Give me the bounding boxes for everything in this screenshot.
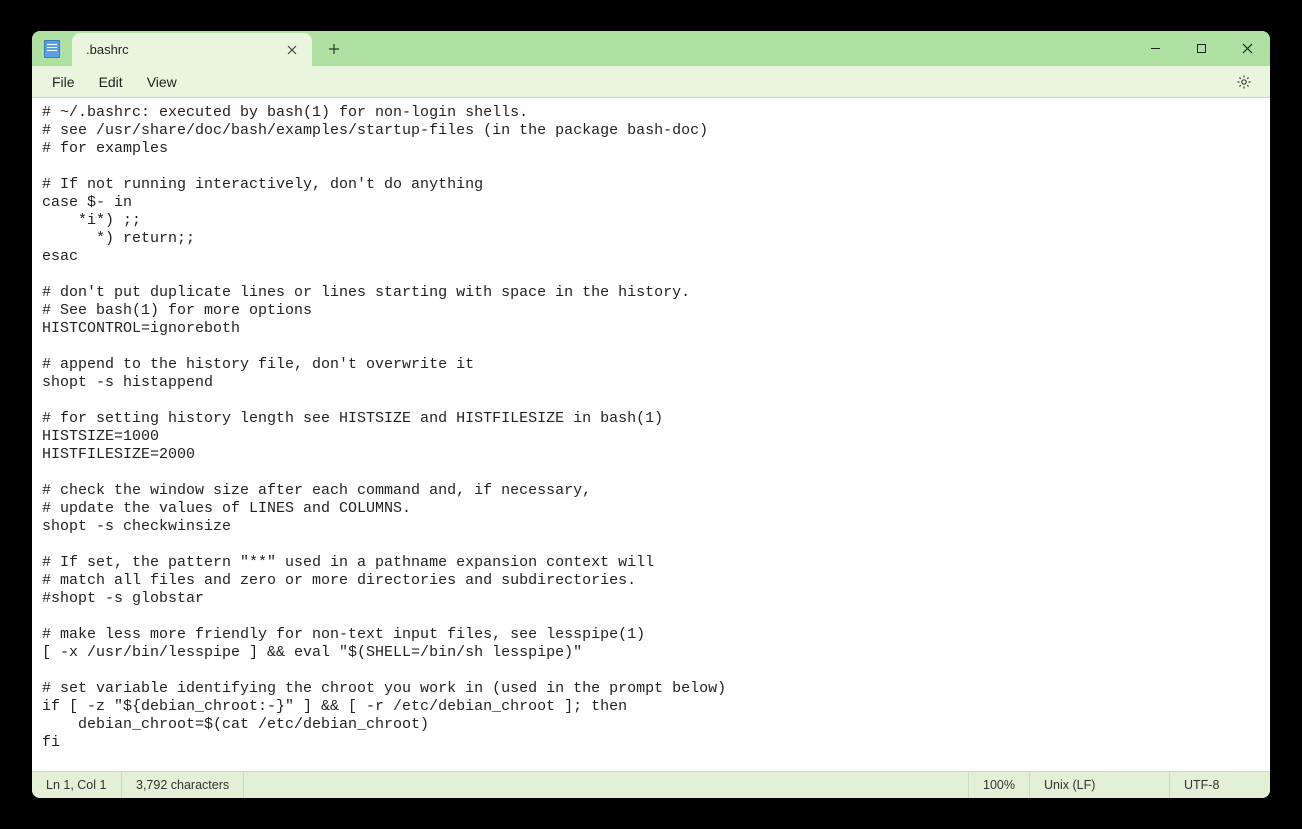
- gear-icon: [1236, 74, 1252, 90]
- tab-title: .bashrc: [86, 42, 282, 57]
- maximize-button[interactable]: [1178, 31, 1224, 66]
- minimize-icon: [1150, 43, 1161, 54]
- menu-edit[interactable]: Edit: [87, 70, 135, 94]
- maximize-icon: [1196, 43, 1207, 54]
- close-tab-button[interactable]: [282, 40, 302, 60]
- titlebar: .bashrc: [32, 31, 1270, 66]
- close-icon: [287, 45, 297, 55]
- close-window-button[interactable]: [1224, 31, 1270, 66]
- editor-content[interactable]: # ~/.bashrc: executed by bash(1) for non…: [32, 98, 1270, 758]
- new-tab-button[interactable]: [316, 31, 352, 66]
- status-encoding[interactable]: UTF-8: [1170, 772, 1270, 798]
- titlebar-drag-region[interactable]: [352, 31, 1132, 66]
- editor-viewport[interactable]: # ~/.bashrc: executed by bash(1) for non…: [32, 98, 1270, 771]
- status-position[interactable]: Ln 1, Col 1: [32, 772, 122, 798]
- menubar: File Edit View: [32, 66, 1270, 98]
- app-icon-wrap: [32, 31, 72, 66]
- close-icon: [1242, 43, 1253, 54]
- notepad-icon: [44, 40, 60, 58]
- menu-view[interactable]: View: [135, 70, 189, 94]
- plus-icon: [328, 43, 340, 55]
- tab-active[interactable]: .bashrc: [72, 33, 312, 66]
- window-controls: [1132, 31, 1270, 66]
- statusbar: Ln 1, Col 1 3,792 characters 100% Unix (…: [32, 771, 1270, 798]
- notepad-window: .bashrc File Edit View: [32, 31, 1270, 798]
- status-spacer: [244, 772, 969, 798]
- status-line-ending[interactable]: Unix (LF): [1030, 772, 1170, 798]
- status-character-count: 3,792 characters: [122, 772, 244, 798]
- menu-file[interactable]: File: [40, 70, 87, 94]
- settings-button[interactable]: [1230, 74, 1258, 90]
- minimize-button[interactable]: [1132, 31, 1178, 66]
- status-zoom[interactable]: 100%: [969, 772, 1030, 798]
